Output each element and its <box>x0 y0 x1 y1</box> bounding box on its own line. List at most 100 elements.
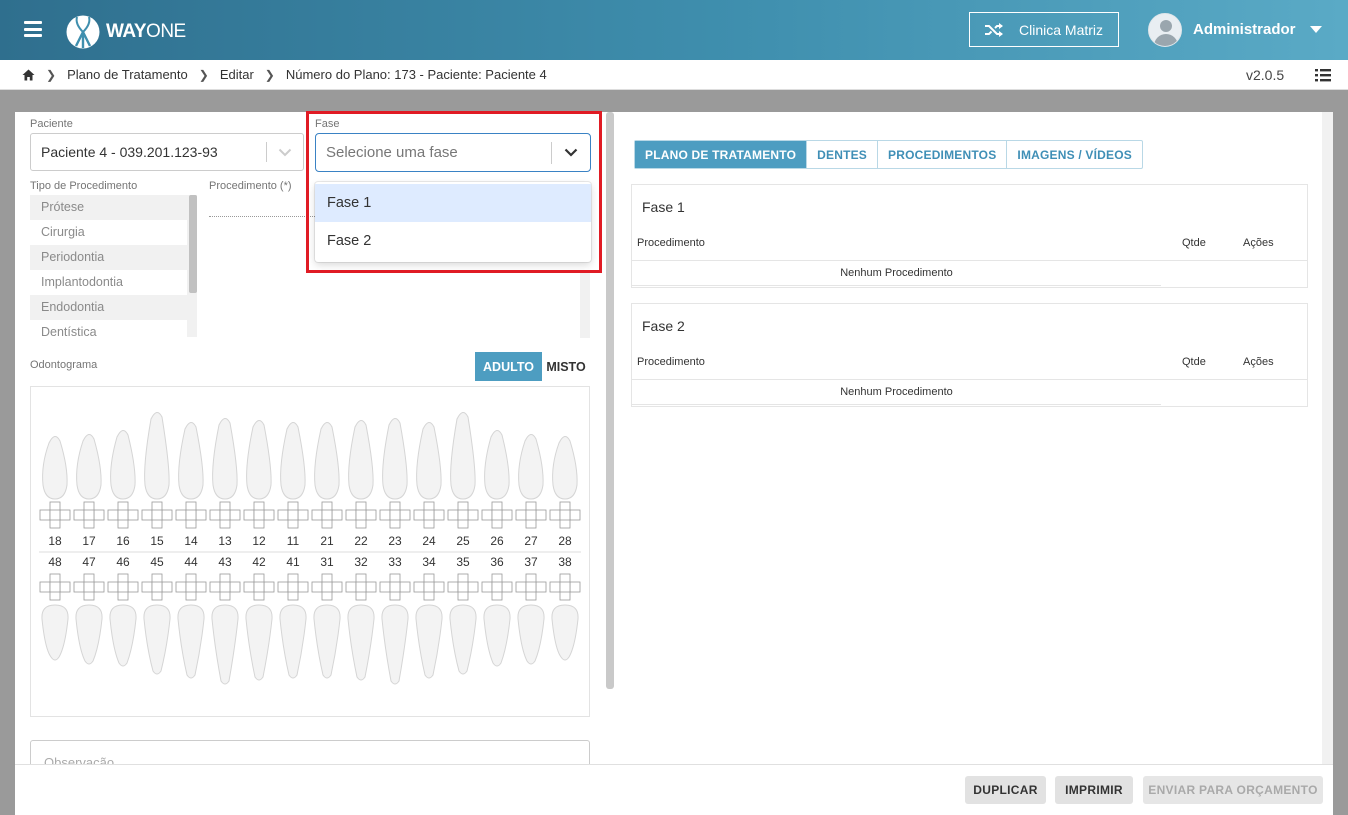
tab-procedimentos[interactable]: PROCEDIMENTOS <box>877 141 1006 168</box>
breadcrumb-plano[interactable]: Plano de Tratamento <box>67 67 188 82</box>
tooth-14[interactable]: 14 <box>175 422 207 548</box>
tooth-number: 13 <box>218 534 232 548</box>
duplicar-button[interactable]: DUPLICAR <box>965 776 1046 804</box>
tooth-27[interactable]: 27 <box>515 434 547 548</box>
home-icon[interactable] <box>22 69 35 81</box>
tab-imagens-videos[interactable]: IMAGENS / VÍDEOS <box>1006 141 1142 168</box>
tooth-16[interactable]: 16 <box>107 430 139 548</box>
misto-toggle[interactable]: MISTO <box>542 352 590 381</box>
chevron-right-icon: ❯ <box>46 67 57 82</box>
tooth-32[interactable]: 32 <box>345 555 377 681</box>
hamburger-menu-icon[interactable] <box>24 21 42 37</box>
tooth-47[interactable]: 47 <box>73 555 105 665</box>
phase-card-1: Fase 1 Procedimento Qtde Ações Nenhum Pr… <box>631 184 1308 288</box>
observacao-field[interactable]: Observação <box>30 740 590 764</box>
user-name: Administrador <box>1193 21 1296 38</box>
tooth-42[interactable]: 42 <box>243 555 275 681</box>
user-menu[interactable]: Administrador <box>1148 12 1322 47</box>
tooth-25[interactable]: 25 <box>447 412 479 548</box>
paciente-select[interactable]: Paciente 4 - 039.201.123-93 <box>30 133 304 171</box>
paciente-value: Paciente 4 - 039.201.123-93 <box>41 144 218 160</box>
tooth-37[interactable]: 37 <box>515 555 547 665</box>
clinic-name: Clinica Matriz <box>1019 21 1104 38</box>
list-item[interactable]: Implantodontia <box>30 270 197 295</box>
tooth-number: 35 <box>456 555 470 569</box>
tooth-15[interactable]: 15 <box>141 412 173 548</box>
list-icon[interactable] <box>1315 68 1331 82</box>
tooth-23[interactable]: 23 <box>379 418 411 548</box>
tooth-28[interactable]: 28 <box>549 436 581 548</box>
tooth-41[interactable]: 41 <box>277 555 309 679</box>
version-label: v2.0.5 <box>1246 67 1285 83</box>
tooth-21[interactable]: 21 <box>311 422 343 548</box>
tooth-45[interactable]: 45 <box>141 555 173 675</box>
tooth-36[interactable]: 36 <box>481 555 513 667</box>
fase-placeholder: Selecione uma fase <box>326 144 458 161</box>
tooth-11[interactable]: 11 <box>277 422 309 548</box>
empty-row-text: Nenhum Procedimento <box>840 267 953 279</box>
adulto-toggle[interactable]: ADULTO <box>475 352 542 381</box>
imprimir-button[interactable]: IMPRIMIR <box>1055 776 1133 804</box>
tooth-13[interactable]: 13 <box>209 418 241 548</box>
tooth-number: 43 <box>218 555 232 569</box>
tooth-number: 44 <box>184 555 198 569</box>
column-header-acoes: Ações <box>1243 356 1274 368</box>
procedimento-scrollbar[interactable] <box>580 272 590 338</box>
empty-row-text: Nenhum Procedimento <box>840 386 953 398</box>
tipo-scrollbar-thumb[interactable] <box>189 195 197 293</box>
left-panel-scrollbar[interactable] <box>606 112 614 689</box>
tooth-26[interactable]: 26 <box>481 430 513 548</box>
tooth-number: 38 <box>558 555 572 569</box>
tipo-procedimento-list[interactable]: Prótese Cirurgia Periodontia Implantodon… <box>30 195 197 337</box>
tooth-number: 34 <box>422 555 436 569</box>
tooth-24[interactable]: 24 <box>413 422 445 548</box>
tooth-22[interactable]: 22 <box>345 420 377 548</box>
tooth-number: 46 <box>116 555 130 569</box>
tooth-31[interactable]: 31 <box>311 555 343 679</box>
list-item[interactable]: Prótese <box>30 195 197 220</box>
tooth-number: 47 <box>82 555 96 569</box>
column-header-acoes: Ações <box>1243 237 1274 249</box>
list-item[interactable]: Cirurgia <box>30 220 197 245</box>
tooth-number: 26 <box>490 534 504 548</box>
tooth-number: 28 <box>558 534 572 548</box>
odontograma-label: Odontograma <box>30 359 98 371</box>
wayone-logo-icon <box>66 15 100 49</box>
tab-plano-de-tratamento[interactable]: PLANO DE TRATAMENTO <box>635 141 807 168</box>
tooth-34[interactable]: 34 <box>413 555 445 679</box>
tooth-number: 11 <box>287 534 300 548</box>
tooth-12[interactable]: 12 <box>243 420 275 548</box>
phase-title: Fase 1 <box>642 199 685 215</box>
column-header-procedimento: Procedimento <box>637 237 705 249</box>
tooth-35[interactable]: 35 <box>447 555 479 675</box>
breadcrumb: ❯ Plano de Tratamento ❯ Editar ❯ Número … <box>0 60 1348 90</box>
procedimento-list-empty <box>209 216 319 217</box>
tooth-number: 22 <box>354 534 368 548</box>
clinic-switch-button[interactable]: Clinica Matriz <box>969 12 1119 47</box>
phase-card-2: Fase 2 Procedimento Qtde Ações Nenhum Pr… <box>631 303 1308 407</box>
list-item[interactable]: Dentística <box>30 320 197 337</box>
tooth-number: 42 <box>252 555 266 569</box>
breadcrumb-editar[interactable]: Editar <box>220 67 254 82</box>
breadcrumb-current: Número do Plano: 173 - Paciente: Pacient… <box>285 67 547 82</box>
list-item[interactable]: Periodontia <box>30 245 197 270</box>
tooth-33[interactable]: 33 <box>379 555 411 685</box>
fase-option-2[interactable]: Fase 2 <box>315 222 591 260</box>
tab-dentes[interactable]: DENTES <box>806 141 877 168</box>
tooth-number: 33 <box>388 555 402 569</box>
tooth-number: 36 <box>490 555 504 569</box>
enviar-orcamento-button[interactable]: ENVIAR PARA ORÇAMENTO <box>1143 776 1323 804</box>
tooth-43[interactable]: 43 <box>209 555 241 685</box>
tooth-number: 31 <box>320 555 334 569</box>
tooth-18[interactable]: 18 <box>39 436 71 548</box>
tooth-44[interactable]: 44 <box>175 555 207 679</box>
tooth-17[interactable]: 17 <box>73 434 105 548</box>
right-panel-scrollbar[interactable] <box>1322 112 1333 764</box>
fase-select[interactable]: Selecione uma fase <box>315 133 591 172</box>
fase-option-1[interactable]: Fase 1 <box>315 184 591 222</box>
tooth-46[interactable]: 46 <box>107 555 139 667</box>
tooth-48[interactable]: 48 <box>39 555 71 661</box>
chevron-down-icon <box>552 148 590 157</box>
tooth-38[interactable]: 38 <box>549 555 581 661</box>
list-item[interactable]: Endodontia <box>30 295 197 320</box>
